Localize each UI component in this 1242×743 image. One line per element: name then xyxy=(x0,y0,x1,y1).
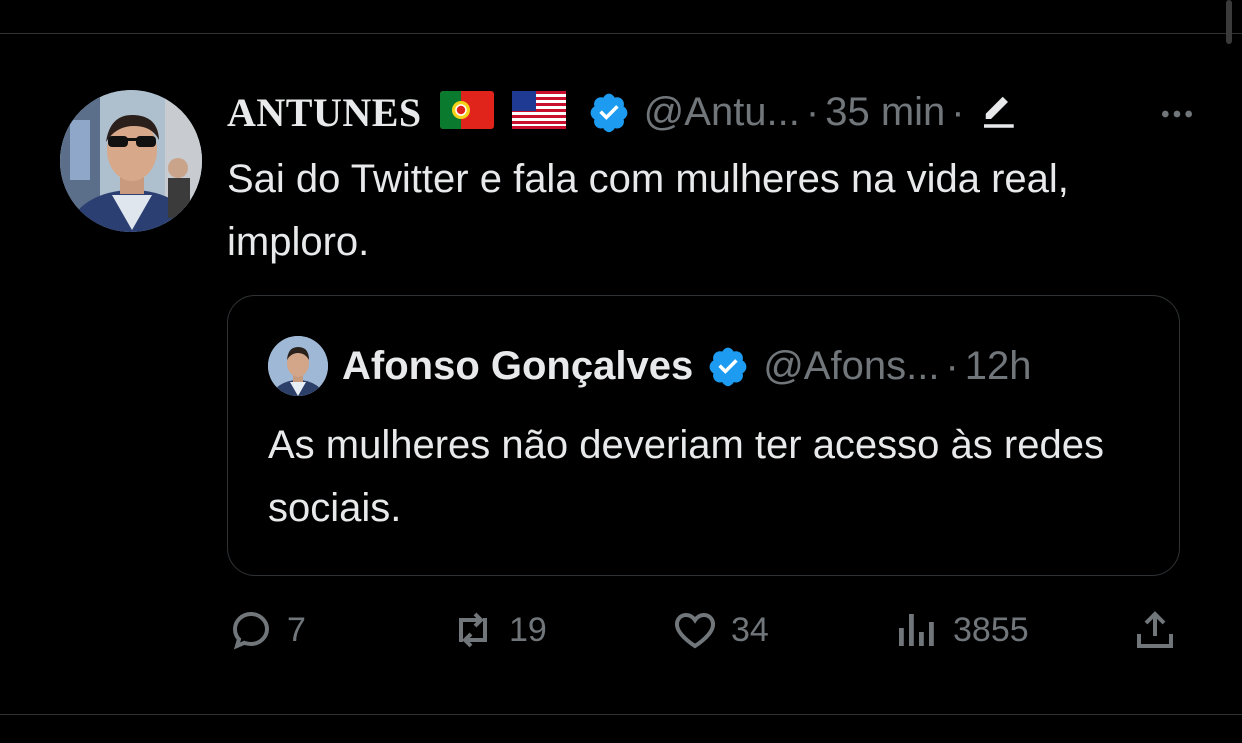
quoted-author-display-name[interactable]: Afonso Gonçalves xyxy=(342,344,693,389)
retweet-button[interactable]: 19 xyxy=(449,600,547,660)
tweet-text: Sai do Twitter e fala com mulheres na vi… xyxy=(227,157,1069,264)
quoted-tweet-text: As mulheres não deveriam ter acesso às r… xyxy=(268,423,1104,530)
like-icon xyxy=(675,612,715,649)
top-divider xyxy=(0,33,1242,34)
reply-button[interactable]: 7 xyxy=(227,600,306,660)
share-button[interactable] xyxy=(1131,600,1179,660)
separator-dot: · xyxy=(945,343,959,388)
edit-icon[interactable] xyxy=(977,91,1019,133)
author-display-name[interactable]: ANTUNES xyxy=(227,89,422,136)
views-count: 3855 xyxy=(953,610,1029,649)
quoted-tweet-header: Afonso Gonçalves @Afons... · 12h xyxy=(268,336,1032,396)
quoted-tweet-time[interactable]: 12h xyxy=(965,344,1032,389)
retweet-icon xyxy=(459,612,487,648)
quoted-author-avatar[interactable] xyxy=(268,336,328,396)
bottom-divider xyxy=(0,714,1242,715)
reply-icon xyxy=(232,611,270,650)
verified-badge-icon xyxy=(707,345,749,387)
tweet-header: ANTUNES @Antu... · 35 min · xyxy=(227,84,1197,140)
reply-count: 7 xyxy=(287,610,306,649)
tweet-screen: ANTUNES @Antu... · 35 min · Sai do Twitt… xyxy=(0,0,1242,743)
tweet-actions-bar: 7 19 34 3855 xyxy=(227,600,1187,660)
share-icon xyxy=(1137,611,1173,648)
tweet-time[interactable]: 35 min xyxy=(825,90,945,135)
separator-dot: · xyxy=(951,89,965,134)
quoted-author-handle[interactable]: @Afons... xyxy=(763,344,939,389)
verified-badge-icon xyxy=(588,91,630,133)
quoted-tweet-card[interactable]: Afonso Gonçalves @Afons... · 12h As mulh… xyxy=(227,295,1180,576)
scrollbar[interactable] xyxy=(1226,0,1232,44)
retweet-count: 19 xyxy=(509,610,547,649)
separator-dot: · xyxy=(805,89,820,134)
views-button[interactable]: 3855 xyxy=(893,600,1029,660)
usa-flag-icon xyxy=(511,90,566,134)
more-icon[interactable] xyxy=(1157,94,1197,134)
like-count: 34 xyxy=(731,610,769,649)
author-avatar[interactable] xyxy=(60,90,202,232)
like-button[interactable]: 34 xyxy=(671,600,769,660)
portugal-flag-icon xyxy=(439,90,494,134)
author-handle[interactable]: @Antu... xyxy=(644,90,800,135)
views-icon xyxy=(899,614,934,646)
